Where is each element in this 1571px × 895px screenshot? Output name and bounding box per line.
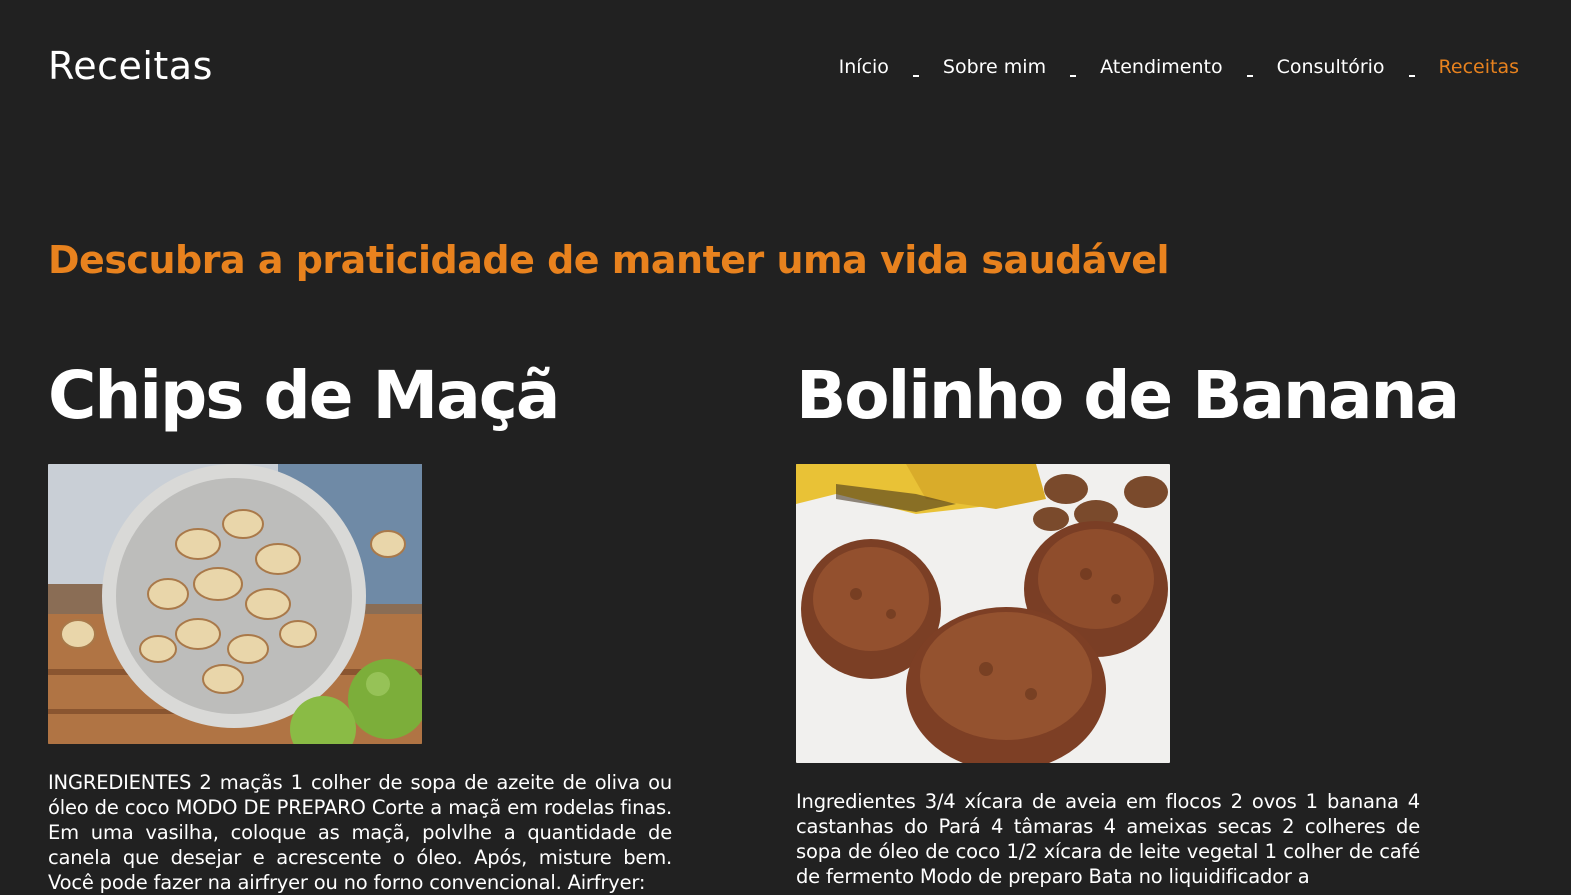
site-header: Receitas Início Sobre mim Atendimento Co…: [0, 0, 1571, 140]
recipe-card-chips-de-maca: Chips de Maçã INGREDIENTES 2 maçãs 1 col…: [48, 355, 672, 895]
nav-separator: [912, 75, 919, 77]
recipe-title: Bolinho de Banana: [796, 357, 1460, 434]
main-nav: Início Sobre mim Atendimento Consultório…: [839, 56, 1519, 78]
banana-muffins-photo: [796, 464, 1170, 763]
nav-link-sobre-mim[interactable]: Sobre mim: [943, 56, 1046, 78]
nav-link-atendimento[interactable]: Atendimento: [1100, 56, 1223, 78]
recipe-description: INGREDIENTES 2 maçãs 1 colher de sopa de…: [48, 771, 672, 894]
nav-separator: [1408, 75, 1415, 77]
recipe-description: Ingredientes 3/4 xícara de aveia em floc…: [796, 790, 1420, 888]
nav-separator: [1070, 75, 1077, 77]
nav-link-receitas[interactable]: Receitas: [1439, 56, 1519, 78]
page-tagline: Descubra a praticidade de manter uma vid…: [48, 238, 1170, 282]
nav-separator: [1246, 75, 1253, 77]
recipe-title: Chips de Maçã: [48, 357, 560, 434]
site-logo[interactable]: Receitas: [48, 44, 213, 88]
nav-link-consultorio[interactable]: Consultório: [1277, 56, 1385, 78]
nav-link-inicio[interactable]: Início: [839, 56, 889, 78]
recipe-card-bolinho-de-banana: Bolinho de Banana Ingredientes 3/4 xícar…: [796, 355, 1460, 889]
apple-chips-photo: [48, 464, 422, 744]
